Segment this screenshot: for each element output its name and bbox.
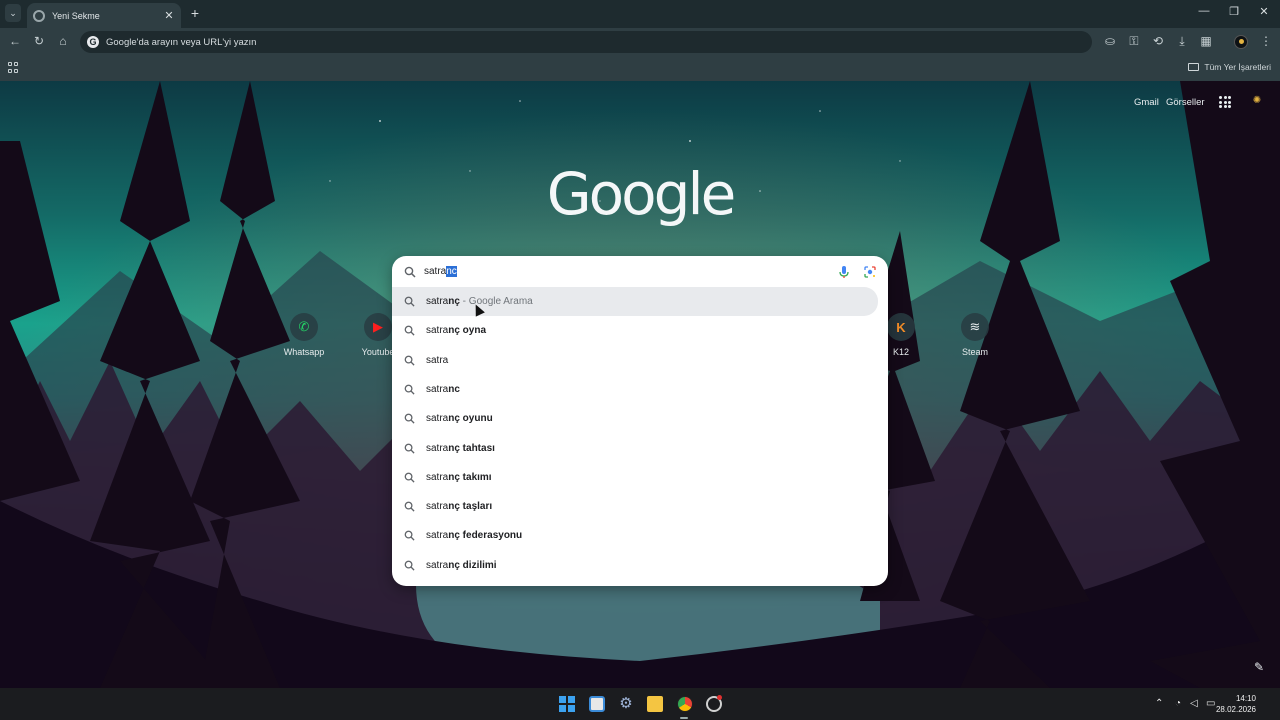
search-icon bbox=[404, 472, 415, 483]
suggestion-text: satra bbox=[426, 354, 449, 366]
steam-icon: ≋ bbox=[961, 313, 989, 341]
tab-new-tab[interactable]: Yeni Sekme ✕ bbox=[27, 3, 181, 28]
volume-icon[interactable]: ◁ bbox=[1190, 698, 1198, 709]
download-icon[interactable]: ⤓ bbox=[1175, 34, 1189, 48]
history-icon[interactable]: ⟲ bbox=[1151, 34, 1165, 48]
search-icon bbox=[404, 413, 415, 424]
youtube-icon: ▶ bbox=[364, 313, 392, 341]
settings-gear-icon[interactable]: ⚙ bbox=[618, 696, 634, 712]
search-icon bbox=[404, 443, 415, 454]
k12-icon: K bbox=[887, 313, 915, 341]
omnibox[interactable]: G Google'da arayın veya URL'yi yazın bbox=[80, 31, 1092, 53]
windows-taskbar: ⚙ ⌃ ◔ ◁ ▭ 14:10 28.02.2026 bbox=[0, 688, 1280, 720]
folder-icon bbox=[1188, 63, 1200, 71]
suggestion-item[interactable]: satranç federasyonu bbox=[392, 521, 888, 550]
account-avatar[interactable]: ✺ bbox=[1249, 95, 1265, 109]
chrome-icon[interactable] bbox=[677, 696, 693, 712]
omnibox-placeholder: Google'da arayın veya URL'yi yazın bbox=[106, 36, 257, 48]
suggestion-item[interactable]: satranc bbox=[392, 375, 888, 404]
tab-close-icon[interactable]: ✕ bbox=[163, 9, 175, 22]
bookmarks-bar: Tüm Yer İşaretleri bbox=[0, 55, 1280, 81]
autocomplete-selection: nc bbox=[446, 266, 457, 277]
google-search-badge-icon: G bbox=[87, 36, 99, 48]
browser-toolbar: ← ↻ ⌂ G Google'da arayın veya URL'yi yaz… bbox=[0, 28, 1280, 55]
whatsapp-icon: ✆ bbox=[290, 313, 318, 341]
back-arrow-icon[interactable]: ← bbox=[8, 34, 22, 48]
active-app-indicator bbox=[680, 717, 688, 719]
shortcut-label: Steam bbox=[961, 347, 988, 357]
search-icon bbox=[404, 296, 415, 307]
suggestion-item[interactable]: satra bbox=[392, 346, 888, 375]
password-key-icon[interactable]: ⚿ bbox=[1127, 34, 1141, 48]
shortcut-label: Whatsapp bbox=[283, 347, 325, 357]
wifi-icon[interactable]: ◔ bbox=[1175, 698, 1181, 709]
shortcut-whatsapp[interactable]: ✆ Whatsapp bbox=[277, 313, 331, 357]
profile-avatar[interactable] bbox=[1234, 35, 1248, 49]
suggestion-text: satranç tahtası bbox=[426, 442, 495, 454]
clock-time: 14:10 bbox=[1235, 694, 1256, 703]
google-logo: Google bbox=[546, 160, 737, 228]
windows-start-icon[interactable] bbox=[559, 696, 575, 712]
restore-button[interactable]: ❐ bbox=[1226, 5, 1242, 18]
suggestion-text: satranç takımı bbox=[426, 471, 492, 483]
suggestion-text: satranç dizilimi bbox=[426, 559, 497, 571]
file-explorer-icon[interactable] bbox=[647, 696, 663, 712]
system-clock[interactable]: 14:10 28.02.2026 bbox=[1216, 693, 1256, 715]
all-bookmarks-button[interactable]: Tüm Yer İşaretleri bbox=[1188, 62, 1271, 72]
home-icon[interactable]: ⌂ bbox=[56, 34, 70, 48]
search-dropdown: satranc satranç - Google Arama satranç oy… bbox=[392, 256, 888, 586]
search-icon bbox=[404, 384, 415, 395]
apps-grid-icon[interactable] bbox=[8, 62, 19, 73]
incognito-icon[interactable]: ⛀ bbox=[1103, 34, 1117, 48]
search-icon bbox=[404, 325, 415, 336]
search-icon bbox=[404, 531, 415, 541]
tray-overflow-chevron-icon[interactable]: ⌃ bbox=[1155, 698, 1163, 709]
google-lens-icon[interactable] bbox=[864, 266, 876, 278]
suggestion-text: satranc bbox=[426, 383, 460, 395]
suggestion-item[interactable]: satranç oyunu bbox=[392, 404, 888, 433]
search-icon bbox=[404, 266, 416, 278]
customize-pencil-icon[interactable]: ✎ bbox=[1252, 660, 1266, 674]
all-bookmarks-label: Tüm Yer İşaretleri bbox=[1204, 62, 1271, 72]
tab-search-button[interactable]: ⌄ bbox=[5, 4, 21, 22]
google-apps-icon[interactable] bbox=[1219, 96, 1231, 108]
microsoft-store-icon[interactable] bbox=[589, 696, 605, 712]
clock-date: 28.02.2026 bbox=[1215, 705, 1256, 714]
new-tab-button[interactable]: + bbox=[188, 6, 202, 20]
tab-title: Yeni Sekme bbox=[52, 10, 100, 21]
notification-badge bbox=[717, 695, 722, 700]
suggestion-item[interactable]: satranç dizilimi bbox=[392, 551, 888, 580]
battery-icon[interactable]: ▭ bbox=[1206, 698, 1215, 709]
suggestion-item[interactable]: satranç tahtası bbox=[392, 434, 888, 463]
translate-icon[interactable]: ▦ bbox=[1199, 34, 1213, 48]
reload-icon[interactable]: ↻ bbox=[32, 34, 46, 48]
suggestion-item[interactable]: satranç taşları bbox=[392, 492, 888, 521]
suggestion-text: satranç taşları bbox=[426, 501, 493, 513]
search-icon bbox=[404, 560, 415, 571]
menu-kebab-icon[interactable]: ⋮ bbox=[1259, 34, 1273, 48]
suggestion-item[interactable]: satranç - Google Arama bbox=[392, 287, 878, 316]
suggestion-item[interactable]: satranç oyna bbox=[392, 316, 888, 345]
search-icon bbox=[404, 355, 415, 366]
search-box[interactable]: satranc bbox=[392, 256, 888, 288]
close-window-button[interactable]: ✕ bbox=[1256, 5, 1272, 18]
minimize-button[interactable]: — bbox=[1196, 5, 1212, 17]
suggestion-text: satranç federasyonu bbox=[426, 530, 523, 542]
microphone-icon[interactable] bbox=[838, 265, 850, 279]
chrome-favicon-icon bbox=[33, 9, 45, 22]
gmail-link[interactable]: Gmail bbox=[1134, 97, 1159, 108]
suggestion-item[interactable]: satranç takımı bbox=[392, 463, 888, 492]
shortcut-steam[interactable]: ≋ Steam bbox=[948, 313, 1002, 357]
search-input[interactable]: satranc bbox=[424, 266, 457, 277]
search-icon bbox=[404, 501, 415, 512]
suggestion-text: satranç oyunu bbox=[426, 413, 493, 425]
search-typed-text: satra bbox=[424, 266, 447, 277]
images-link[interactable]: Görseller bbox=[1166, 97, 1205, 108]
tab-strip: ⌄ Yeni Sekme ✕ + — ❐ ✕ bbox=[0, 0, 1280, 28]
suggestion-text: satranç oyna bbox=[426, 325, 487, 337]
